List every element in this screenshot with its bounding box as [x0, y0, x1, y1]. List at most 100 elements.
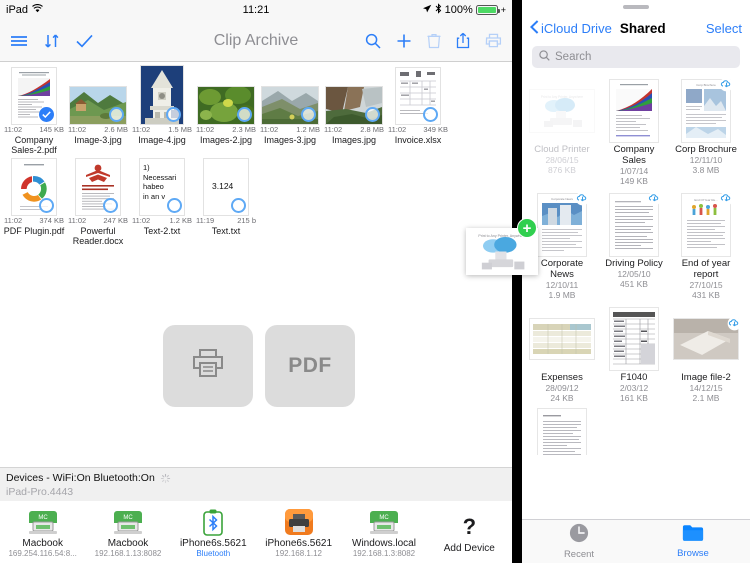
icloud-download-icon[interactable] [647, 191, 662, 206]
sort-arrows-icon[interactable] [44, 33, 60, 49]
file-cell[interactable]: 11:02 2.3 MB Images-2.jpg [194, 66, 258, 155]
file-cell[interactable]: 11:02 374 KB PDF Plugin.pdf [2, 157, 66, 246]
file-thumbnail[interactable] [529, 409, 595, 455]
checkmark-icon[interactable] [76, 34, 93, 48]
file-thumbnail[interactable] [131, 66, 193, 124]
file-cell[interactable]: 11:02 1.5 MB Image-4.jpg [130, 66, 194, 155]
file-size: 876 KB [548, 165, 576, 175]
file-meta: 11:02 349 KB [387, 124, 449, 134]
select-check-icon[interactable] [109, 107, 124, 122]
icloud-download-icon[interactable] [719, 77, 734, 92]
right-pane-title: Shared [619, 20, 666, 36]
icloud-file-cell[interactable]: Corp Brochure Corp Brochure 12/11/10 3.8… [670, 76, 742, 190]
tab-browse[interactable]: Browse [636, 520, 750, 563]
icloud-download-icon[interactable] [575, 191, 590, 206]
select-check-icon[interactable] [167, 198, 182, 213]
file-thumbnail[interactable] [195, 66, 257, 124]
split-view-divider[interactable] [512, 0, 522, 563]
select-check-icon[interactable] [365, 107, 380, 122]
icloud-file-cell[interactable]: Driving Policy 12/05/10 451 KB [598, 190, 670, 304]
file-thumbnail[interactable]: 1) Necessari habeo in an v [131, 157, 193, 215]
file-cell[interactable]: 11:02 2.8 MB Images.jpg [322, 66, 386, 155]
icloud-file-cell[interactable]: F1040 2/03/12 161 KB [598, 304, 670, 407]
device-item-windows[interactable]: MC Windows.local 192.168.1.3:8082 [341, 508, 426, 558]
slideover-grabber[interactable] [522, 0, 750, 14]
file-name: End of year report [681, 258, 731, 280]
select-check-icon[interactable] [103, 198, 118, 213]
print-drop-target[interactable] [163, 325, 253, 407]
device-item-macbook-2[interactable]: MC Macbook 192.168.1.13:8082 [85, 508, 170, 558]
plus-icon[interactable] [396, 33, 412, 49]
file-cell[interactable]: 1) Necessari habeo in an v 11:02 1.2 KB … [130, 157, 194, 246]
right-navbar: iCloud Drive Shared Select [522, 14, 750, 42]
file-size: 247 KB [103, 216, 128, 225]
device-item-iphone-bluetooth[interactable]: iPhone6s.5621 Bluetooth [171, 508, 256, 558]
icloud-file-cell[interactable]: End Of Year Re... End of year report 27/… [670, 190, 742, 304]
file-date: 12/05/10 [617, 269, 651, 279]
file-thumbnail[interactable] [259, 66, 321, 124]
device-item-iphone-ip[interactable]: iPhone6s.5621 192.168.1.12 [256, 508, 341, 558]
file-size: 3.8 MB [692, 165, 720, 175]
file-cell[interactable]: 11:02 247 KB Powerful Reader.docx [66, 157, 130, 246]
file-thumbnail[interactable]: 3.124 [195, 157, 257, 215]
icloud-file-cell[interactable]: Print to Any Printer, Anywhere Cloud Pri… [526, 76, 598, 190]
battery-full-icon [475, 5, 500, 15]
file-cell[interactable]: 11:02 2.6 MB Image-3.jpg [66, 66, 130, 155]
hamburger-menu-icon[interactable] [10, 34, 28, 48]
svg-text:Corporate News: Corporate News [551, 197, 573, 201]
search-icon[interactable] [365, 33, 381, 49]
file-name: Expenses [541, 372, 583, 383]
icloud-file-cell-partial[interactable] [526, 407, 598, 455]
file-cell[interactable]: 11:02 145 KB Company Sales-2.pdf [2, 66, 66, 155]
file-thumbnail[interactable] [601, 306, 667, 372]
add-device-button[interactable]: ? Add Device [427, 513, 512, 554]
back-button[interactable]: iCloud Drive [529, 19, 612, 37]
icloud-download-icon[interactable] [727, 316, 742, 331]
file-thumbnail[interactable] [67, 66, 129, 124]
file-thumbnail[interactable]: Corporate News [529, 191, 595, 258]
icloud-download-icon[interactable] [719, 191, 734, 206]
select-check-icon[interactable] [423, 107, 438, 122]
letter-doc-thumb [538, 409, 586, 455]
device-item-macbook-1[interactable]: MC Macbook 169.254.116.54:8... [0, 508, 85, 558]
file-thumbnail[interactable] [601, 78, 667, 144]
file-grid-area[interactable]: 11:02 145 KB Company Sales-2.pdf 11:02 2… [0, 62, 512, 467]
svg-text:End Of Year Re...: End Of Year Re... [694, 198, 718, 202]
file-thumbnail[interactable] [3, 66, 65, 124]
printer-icon[interactable] [485, 33, 502, 48]
file-thumbnail[interactable] [529, 306, 595, 372]
tab-recent[interactable]: Recent [522, 520, 636, 563]
trash-icon[interactable] [427, 33, 441, 49]
icloud-file-cell[interactable]: Expenses 28/09/12 24 KB [526, 304, 598, 407]
file-size: 161 KB [620, 393, 648, 403]
file-thumbnail[interactable] [3, 157, 65, 215]
file-thumbnail[interactable]: Corp Brochure [673, 77, 739, 144]
pdf-drop-target[interactable]: PDF [265, 325, 355, 407]
file-thumbnail[interactable] [323, 66, 385, 124]
select-check-icon[interactable] [237, 107, 252, 122]
file-cell[interactable]: 11:02 349 KB Invoice.xlsx [386, 66, 450, 155]
folder-icon [682, 524, 704, 547]
file-thumbnail[interactable]: End Of Year Re... [673, 191, 739, 258]
file-cell[interactable]: 3.124 11:19 215 b Text.txt [194, 157, 258, 246]
file-thumbnail[interactable] [67, 157, 129, 215]
icloud-file-cell[interactable]: Company Sales 1/07/14 149 KB [598, 76, 670, 190]
file-date: 12/10/11 [545, 280, 579, 290]
select-check-icon[interactable] [39, 198, 54, 213]
icloud-file-cell[interactable]: Image file-2 14/12/15 2.1 MB [670, 304, 742, 407]
select-check-icon[interactable] [166, 107, 181, 122]
text-doc-thumb [610, 191, 662, 256]
file-thumbnail[interactable] [673, 306, 742, 372]
select-button[interactable]: Select [706, 21, 742, 36]
select-check-icon[interactable] [231, 198, 246, 213]
selected-check-icon[interactable] [39, 107, 54, 122]
file-thumbnail[interactable] [601, 191, 667, 258]
select-check-icon[interactable] [301, 107, 316, 122]
file-cell[interactable]: 11:02 1.2 MB Images-3.jpg [258, 66, 322, 155]
file-thumbnail[interactable]: Print to Any Printer, Anywhere [529, 78, 595, 144]
file-size: 1.2 KB [169, 216, 192, 225]
file-size: 1.2 MB [296, 125, 320, 134]
file-thumbnail[interactable] [387, 66, 449, 124]
share-icon[interactable] [456, 32, 470, 49]
search-input[interactable]: Search [532, 46, 740, 68]
